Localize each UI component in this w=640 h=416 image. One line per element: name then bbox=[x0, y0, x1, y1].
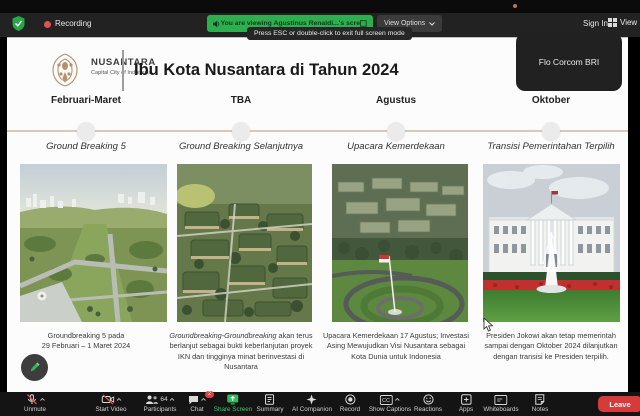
leave-button[interactable]: Leave bbox=[598, 396, 640, 412]
participant-name: Flo Corcom BRI bbox=[539, 57, 599, 67]
whiteboards-button[interactable]: Whiteboards bbox=[483, 394, 518, 413]
chevron-down-icon bbox=[429, 22, 435, 26]
camera-muted-icon bbox=[101, 394, 114, 405]
summary-icon bbox=[265, 394, 275, 405]
record-button[interactable]: Record bbox=[340, 394, 360, 413]
chat-button[interactable]: 2 Chat bbox=[188, 394, 206, 413]
reactions-button[interactable]: Reactions bbox=[414, 394, 442, 413]
timeline-subtitle-3: Upacara Kemerdekaan bbox=[311, 141, 481, 152]
participant-video-tile[interactable]: Flo Corcom BRI bbox=[516, 33, 622, 91]
ai-companion-button[interactable]: AI Companion bbox=[292, 394, 332, 413]
chat-unread-badge: 2 bbox=[205, 391, 214, 398]
image-upacara-kemerdekaan bbox=[332, 164, 468, 322]
timeline-month-4: Oktober bbox=[473, 95, 629, 106]
chevron-up-icon[interactable] bbox=[116, 398, 121, 401]
captions-icon: CC bbox=[380, 395, 393, 405]
recording-dot-icon bbox=[44, 21, 51, 28]
chevron-up-icon[interactable] bbox=[170, 398, 175, 401]
timeline-dot-2 bbox=[232, 122, 250, 140]
recording-label: Recording bbox=[55, 19, 91, 28]
caption-3: Upacara Kemerdekaan 17 Agustus; Investas… bbox=[320, 331, 472, 362]
share-screen-icon bbox=[227, 394, 239, 405]
zoom-meeting-window: Recording You are viewing Agustinus Rena… bbox=[0, 0, 640, 416]
timeline-subtitle-4: Transisi Pemerintahan Terpilih bbox=[466, 141, 636, 152]
svg-text:CC: CC bbox=[382, 398, 390, 404]
encryption-shield-icon bbox=[12, 16, 25, 31]
show-captions-button[interactable]: CC Show Captions bbox=[369, 394, 411, 413]
nusantara-logo-icon bbox=[47, 51, 83, 89]
reactions-icon bbox=[422, 394, 433, 405]
chevron-up-icon[interactable] bbox=[40, 398, 45, 401]
caption-2: Groundbreaking-Groundbreaking akan terus… bbox=[165, 331, 317, 372]
notes-button[interactable]: Notes bbox=[532, 394, 548, 413]
stop-viewing-icon[interactable] bbox=[360, 20, 367, 27]
meeting-toolbar: Unmute Start Video bbox=[0, 392, 640, 416]
view-button[interactable]: View bbox=[608, 18, 637, 27]
timeline-subtitle-2: Ground Breaking Selanjutnya bbox=[156, 141, 326, 152]
apps-button[interactable]: Apps bbox=[459, 394, 473, 413]
header-divider bbox=[122, 50, 124, 91]
microphone-muted-icon bbox=[26, 394, 38, 405]
summary-button[interactable]: Summary bbox=[257, 394, 284, 413]
caption-4: Presiden Jokowi akan tetap memerintah sa… bbox=[477, 331, 625, 362]
pencil-icon bbox=[28, 361, 41, 374]
whiteboards-icon bbox=[494, 395, 507, 405]
chevron-up-icon[interactable] bbox=[395, 398, 400, 401]
sign-in-button[interactable]: Sign In bbox=[583, 19, 608, 28]
audio-speaker-icon bbox=[213, 20, 221, 28]
timeline-month-1: Februari-Maret bbox=[8, 95, 164, 106]
timeline-dot-4 bbox=[542, 122, 560, 140]
image-transisi-pemerintahan bbox=[483, 164, 620, 322]
view-options-label: View Options bbox=[384, 20, 425, 27]
timeline-month-3: Agustus bbox=[318, 95, 474, 106]
timeline-dot-3 bbox=[387, 122, 405, 140]
start-video-button[interactable]: Start Video bbox=[95, 394, 126, 413]
ai-companion-icon bbox=[307, 394, 318, 405]
unmute-button[interactable]: Unmute bbox=[24, 394, 46, 413]
timeline-month-2: TBA bbox=[163, 95, 319, 106]
chat-icon bbox=[188, 395, 199, 405]
chevron-up-icon[interactable] bbox=[201, 398, 206, 401]
participants-count: 64 bbox=[160, 396, 167, 403]
participants-icon bbox=[145, 395, 158, 405]
caption-1: Groundbreaking 5 pada 29 Februari – 1 Ma… bbox=[16, 331, 156, 352]
fullscreen-exit-tooltip: Press ESC or double-click to exit full s… bbox=[247, 27, 412, 40]
orange-indicator-dot bbox=[513, 4, 517, 8]
timeline-subtitle-1: Ground Breaking 5 bbox=[1, 141, 171, 152]
image-groundbreaking-5 bbox=[20, 164, 167, 322]
viewing-screen-text: You are viewing Agustinus Renaldi...'s s… bbox=[221, 20, 361, 27]
view-label: View bbox=[620, 18, 637, 27]
timeline-dot-1 bbox=[77, 122, 95, 140]
timeline-line bbox=[7, 130, 628, 132]
slide-title: Ibu Kota Nusantara di Tahun 2024 bbox=[134, 61, 399, 80]
image-ground-breaking-selanjutnya bbox=[177, 164, 312, 322]
top-strip bbox=[0, 0, 640, 13]
participants-button[interactable]: 64 Participants bbox=[144, 394, 177, 413]
annotate-button[interactable] bbox=[21, 354, 48, 381]
apps-icon bbox=[460, 394, 471, 405]
record-icon bbox=[345, 394, 356, 405]
mouse-cursor bbox=[483, 318, 494, 332]
share-screen-button[interactable]: Share Screen bbox=[214, 394, 253, 413]
grid-view-icon bbox=[608, 18, 617, 27]
notes-icon bbox=[535, 394, 545, 405]
